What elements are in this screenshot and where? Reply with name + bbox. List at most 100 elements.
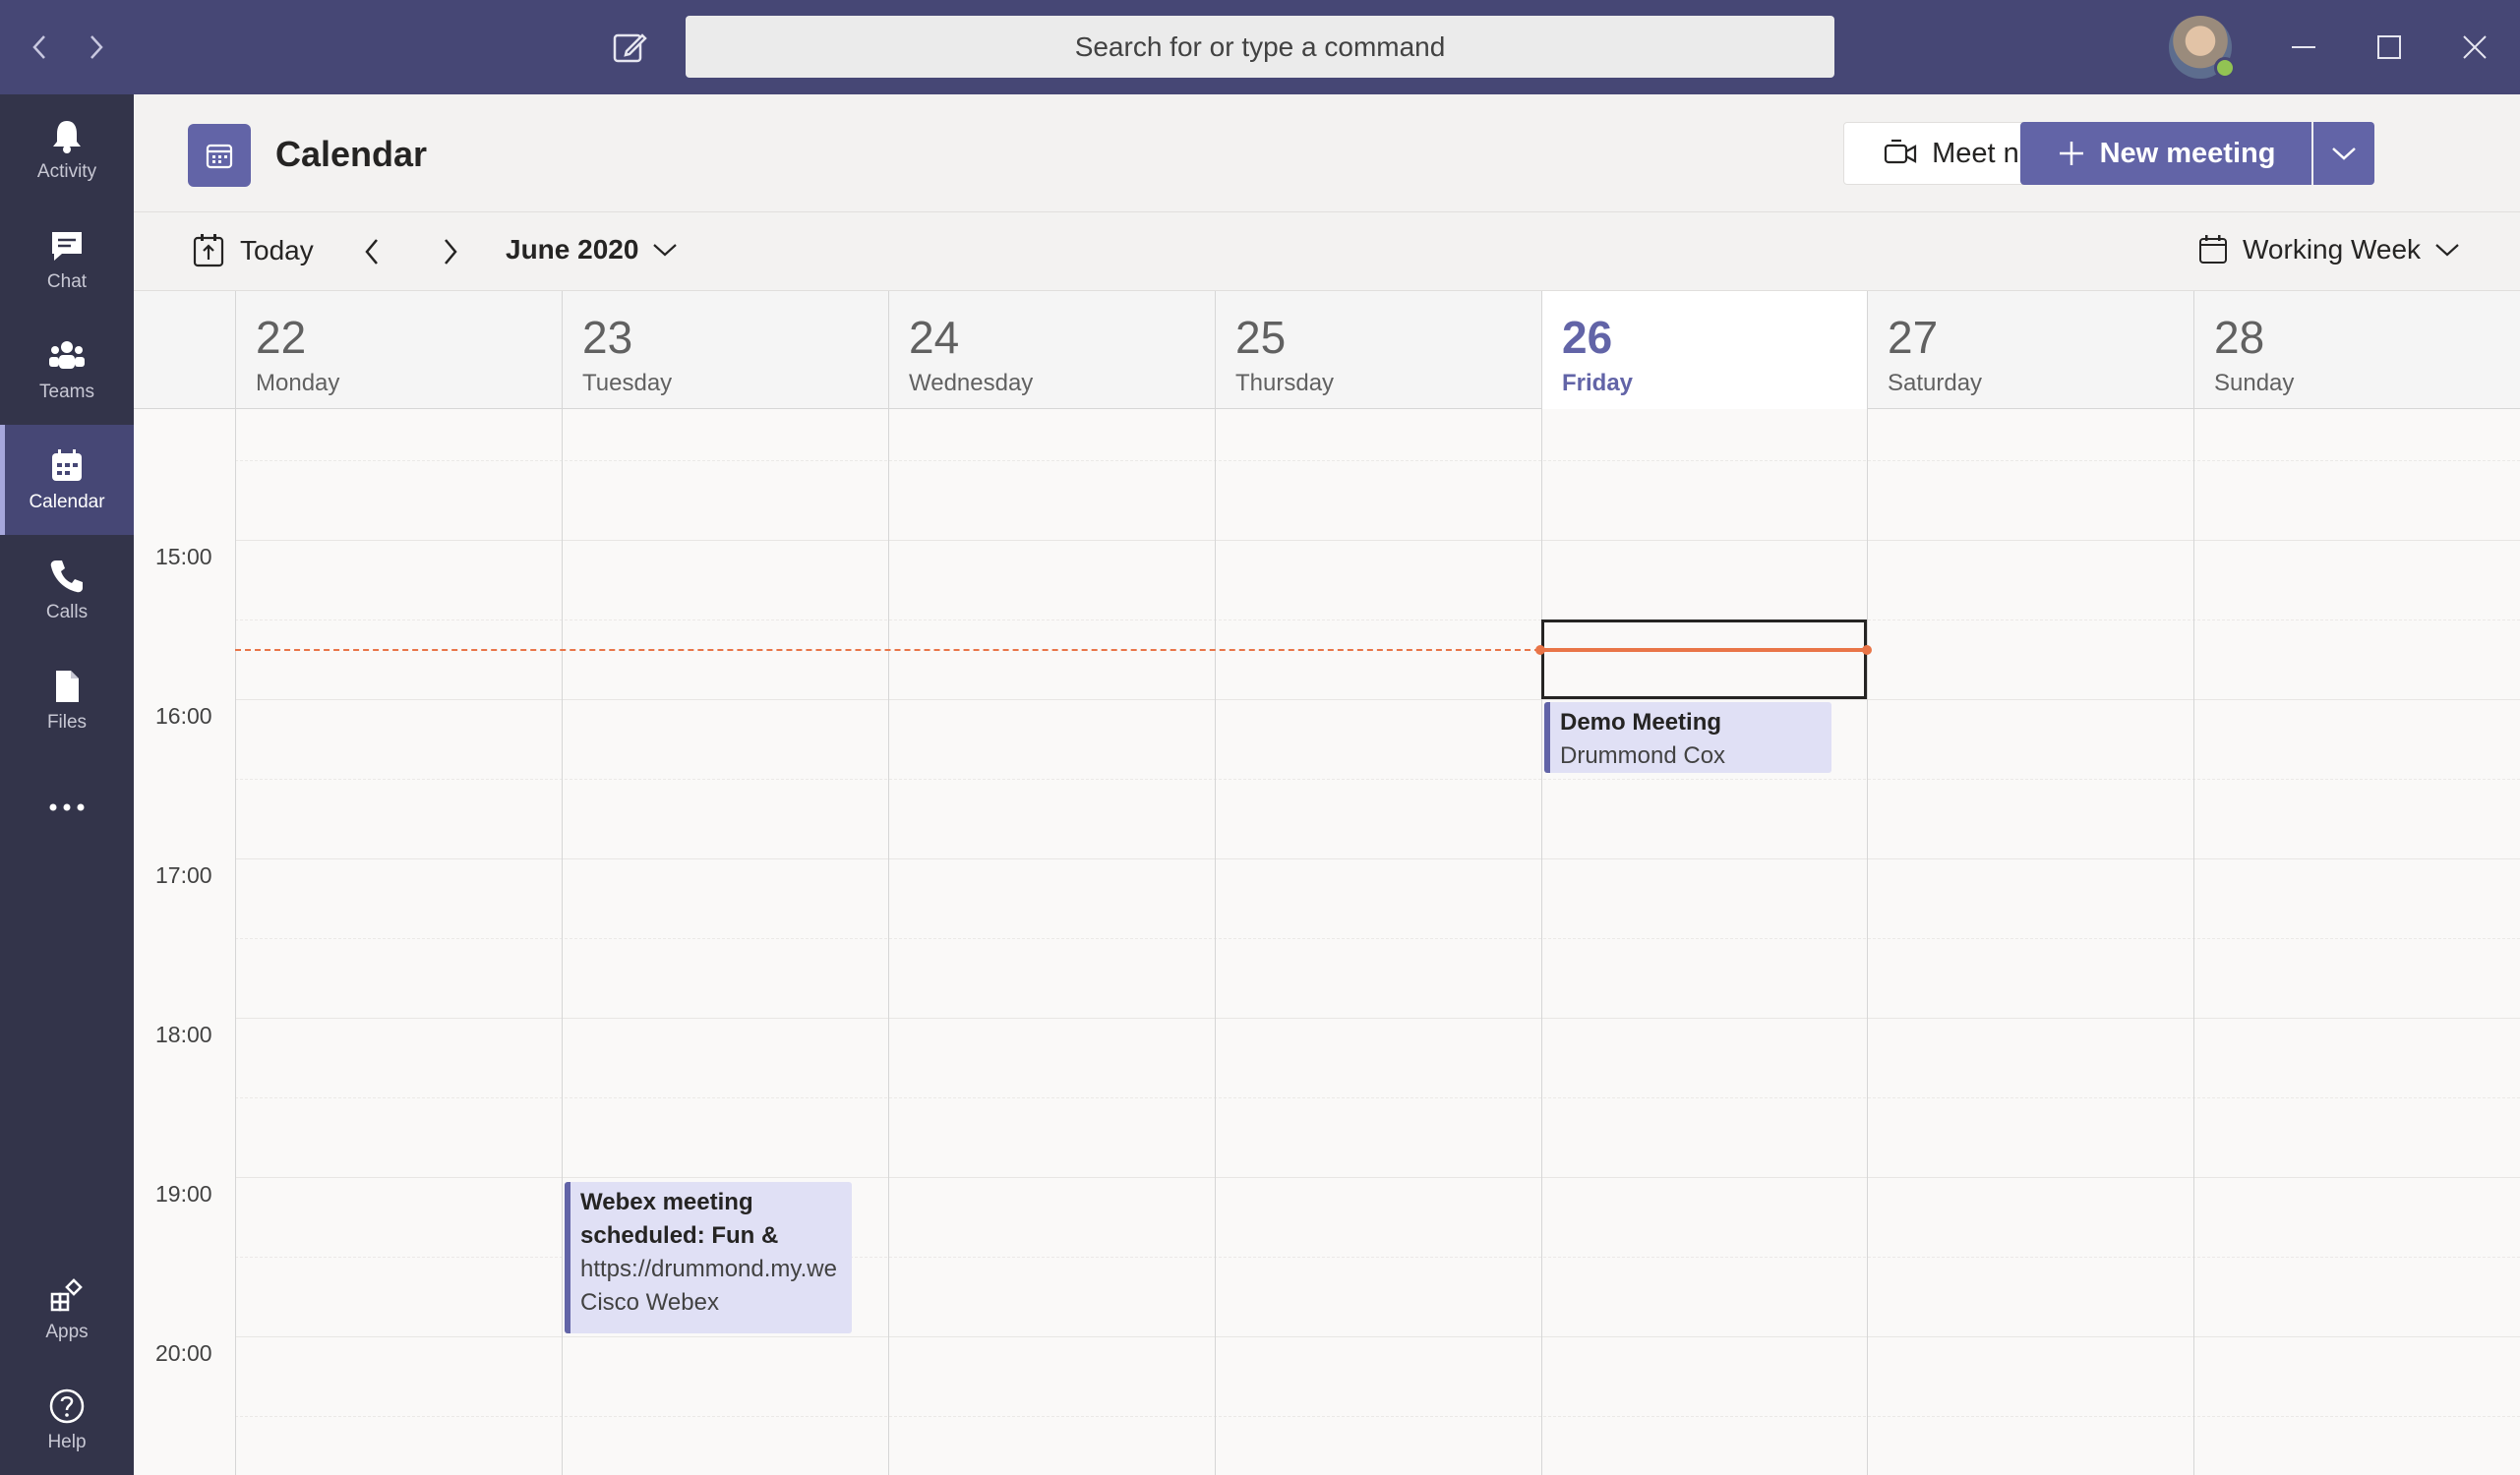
rail-item-calendar[interactable]: Calendar — [0, 425, 134, 535]
day-divider — [2193, 409, 2194, 1475]
rail-item-teams[interactable]: Teams — [0, 315, 134, 425]
teams-icon — [49, 341, 85, 369]
view-label: Working Week — [2243, 234, 2422, 265]
hour-line — [235, 1336, 2520, 1337]
rail-item-files[interactable]: Files — [0, 645, 134, 755]
previous-week-button[interactable] — [354, 234, 390, 269]
day-name: Thursday — [1235, 370, 1335, 396]
current-time-marker — [1540, 648, 1867, 652]
phone-icon — [50, 560, 83, 593]
rail-item-activity[interactable]: Activity — [0, 94, 134, 205]
event-organizer: Cisco Webex — [580, 1289, 719, 1316]
time-label: 17:00 — [155, 862, 212, 888]
chevron-down-icon — [2435, 244, 2459, 257]
new-meeting-label: New meeting — [2099, 137, 2276, 169]
close-button[interactable] — [2451, 24, 2498, 71]
current-time-line — [235, 649, 1540, 651]
day-header-friday[interactable]: 26 Friday — [1541, 291, 1867, 409]
current-time-dot — [1862, 645, 1872, 655]
title-bar: Search for or type a command — [0, 0, 2520, 94]
day-divider — [1215, 409, 1216, 1475]
half-hour-line — [235, 1097, 2520, 1098]
rail-label: Files — [46, 712, 88, 733]
current-time-dot — [1535, 645, 1545, 655]
more-apps-button[interactable] — [0, 755, 134, 865]
day-header-tuesday[interactable]: 23 Tuesday — [562, 291, 888, 409]
apps-icon — [50, 1278, 83, 1312]
chevron-right-icon — [445, 239, 457, 265]
time-label: 20:00 — [155, 1340, 212, 1366]
rail-label: Calendar — [29, 492, 105, 512]
event-organizer: Drummond Cox — [1560, 742, 1726, 769]
day-name: Tuesday — [582, 370, 673, 396]
calendar-grid[interactable]: 15:00 16:00 17:00 18:00 19:00 20:00 Demo… — [134, 409, 2520, 1475]
half-hour-line — [235, 938, 2520, 939]
day-name: Wednesday — [909, 370, 1034, 396]
rail-label: Help — [47, 1432, 87, 1452]
calendar-toolbar: Today June 2020 Working Week — [134, 212, 2520, 291]
day-header-sunday[interactable]: 28 Sunday — [2193, 291, 2520, 409]
chat-icon — [52, 232, 82, 261]
new-meeting-dropdown[interactable] — [2313, 122, 2374, 185]
day-number: 27 — [1888, 312, 1939, 363]
compose-icon[interactable] — [610, 28, 649, 67]
selected-time-slot[interactable] — [1541, 620, 1867, 699]
day-name: Sunday — [2214, 370, 2295, 396]
day-number: 28 — [2214, 312, 2265, 363]
back-button[interactable] — [22, 30, 57, 65]
half-hour-line — [235, 460, 2520, 461]
today-button[interactable]: Today — [191, 232, 314, 269]
view-selector[interactable]: Working Week — [2197, 234, 2460, 266]
day-number: 24 — [909, 312, 960, 363]
event-link: https://drummond.my.we — [580, 1256, 837, 1282]
rail-label: Activity — [36, 161, 97, 182]
day-header-thursday[interactable]: 25 Thursday — [1215, 291, 1541, 409]
day-header-saturday[interactable]: 27 Saturday — [1867, 291, 2193, 409]
day-header-monday[interactable]: 22 Monday — [235, 291, 562, 409]
day-divider — [1867, 409, 1868, 1475]
chevron-left-icon — [365, 239, 378, 265]
rail-item-apps[interactable]: Apps — [0, 1255, 134, 1365]
month-picker[interactable]: June 2020 — [506, 234, 678, 266]
video-camera-icon — [1885, 139, 1917, 164]
hour-line — [235, 540, 2520, 541]
rail-label: Calls — [45, 602, 89, 622]
event-title: Webex meeting scheduled: Fun & — [580, 1189, 779, 1249]
day-name: Friday — [1562, 370, 1634, 396]
calendar-icon — [52, 449, 82, 481]
calendar-today-icon — [193, 234, 224, 267]
file-icon — [56, 671, 79, 702]
next-week-button[interactable] — [433, 234, 468, 269]
day-number: 26 — [1562, 312, 1613, 363]
help-icon — [49, 1388, 85, 1424]
half-hour-line — [235, 779, 2520, 780]
rail-item-calls[interactable]: Calls — [0, 535, 134, 645]
half-hour-line — [235, 1416, 2520, 1417]
event-webex-meeting[interactable]: Webex meeting scheduled: Fun & https://d… — [565, 1182, 852, 1333]
rail-item-help[interactable]: Help — [0, 1365, 134, 1475]
day-number: 22 — [256, 312, 307, 363]
day-divider — [888, 409, 889, 1475]
day-number: 25 — [1235, 312, 1287, 363]
ellipsis-icon — [49, 803, 85, 811]
event-demo-meeting[interactable]: Demo Meeting Drummond Cox — [1544, 702, 1831, 773]
time-label: 18:00 — [155, 1022, 212, 1047]
new-meeting-button[interactable]: New meeting — [2020, 122, 2311, 185]
hour-line — [235, 858, 2520, 859]
day-header-row: 22 Monday 23 Tuesday 24 Wednesday 25 Thu… — [134, 291, 2520, 409]
minimize-button[interactable] — [2280, 24, 2327, 71]
rail-item-chat[interactable]: Chat — [0, 205, 134, 315]
rail-label: Teams — [39, 382, 94, 402]
calendar-icon — [2199, 235, 2227, 264]
day-divider — [235, 409, 236, 1475]
time-label: 15:00 — [155, 544, 212, 569]
maximize-button[interactable] — [2366, 24, 2413, 71]
forward-button[interactable] — [79, 30, 114, 65]
event-title: Demo Meeting — [1560, 709, 1722, 736]
search-input[interactable]: Search for or type a command — [686, 16, 1834, 78]
day-name: Saturday — [1888, 370, 1983, 396]
day-header-wednesday[interactable]: 24 Wednesday — [888, 291, 1215, 409]
month-label: June 2020 — [506, 234, 639, 265]
app-rail: Activity Chat Teams Calendar Calls Files… — [0, 94, 134, 1475]
hour-line — [235, 1018, 2520, 1019]
